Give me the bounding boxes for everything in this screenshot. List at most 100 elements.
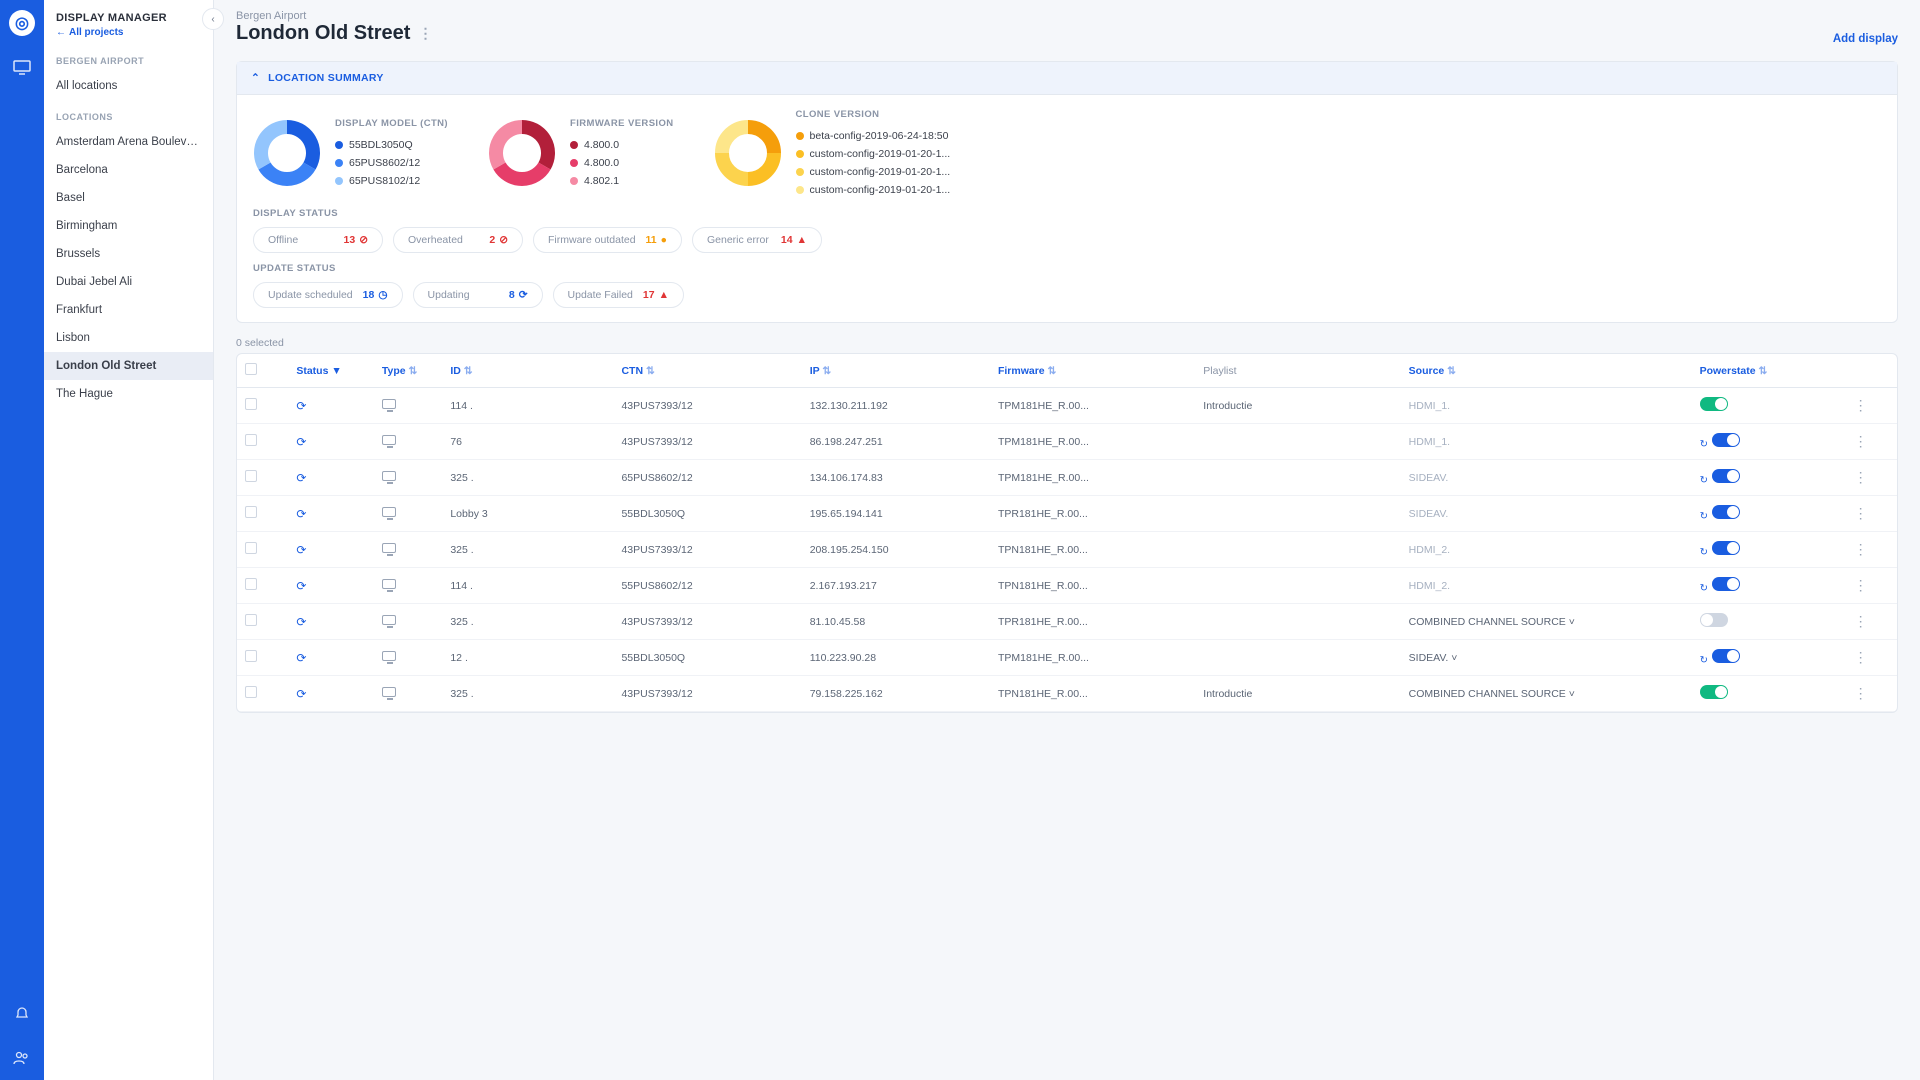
- column-header[interactable]: IP ⇅: [802, 354, 990, 388]
- sidebar-item[interactable]: The Hague: [44, 380, 213, 408]
- legend-item[interactable]: custom-config-2019-01-20-1...: [796, 166, 951, 178]
- cell-source[interactable]: HDMI_2.: [1401, 568, 1692, 604]
- row-checkbox[interactable]: [245, 434, 257, 446]
- cell-source[interactable]: SIDEAV.: [1401, 496, 1692, 532]
- column-header[interactable]: Powerstate ⇅: [1692, 354, 1846, 388]
- row-checkbox[interactable]: [245, 506, 257, 518]
- select-all-checkbox[interactable]: [245, 363, 257, 375]
- power-toggle[interactable]: [1700, 613, 1728, 627]
- row-actions-menu[interactable]: ⋮: [1854, 469, 1868, 485]
- sidebar-item[interactable]: Brussels: [44, 240, 213, 268]
- table-row[interactable]: ⟳ 114 . 55PUS8602/12 2.167.193.217 TPN18…: [237, 568, 1897, 604]
- power-toggle[interactable]: [1712, 469, 1740, 483]
- legend-item[interactable]: custom-config-2019-01-20-1...: [796, 184, 951, 196]
- page-actions-menu[interactable]: ⋮: [418, 25, 432, 42]
- power-toggle[interactable]: [1712, 649, 1740, 663]
- sidebar-item[interactable]: Birmingham: [44, 212, 213, 240]
- back-all-projects-link[interactable]: ← All projects: [56, 27, 123, 38]
- power-toggle[interactable]: [1712, 577, 1740, 591]
- column-header[interactable]: CTN ⇅: [613, 354, 801, 388]
- row-actions-menu[interactable]: ⋮: [1854, 613, 1868, 629]
- row-checkbox[interactable]: [245, 398, 257, 410]
- sidebar-item[interactable]: Basel: [44, 184, 213, 212]
- column-header[interactable]: ID ⇅: [442, 354, 613, 388]
- row-checkbox[interactable]: [245, 686, 257, 698]
- users-icon[interactable]: [10, 1046, 34, 1070]
- sidebar-item[interactable]: Barcelona: [44, 156, 213, 184]
- cell-source[interactable]: HDMI_1.: [1401, 388, 1692, 424]
- status-chip[interactable]: Firmware outdated11 ●: [533, 227, 682, 253]
- legend-item[interactable]: 4.802.1: [570, 175, 674, 187]
- table-row[interactable]: ⟳ 325 . 65PUS8602/12 134.106.174.83 TPM1…: [237, 460, 1897, 496]
- row-checkbox[interactable]: [245, 578, 257, 590]
- cell-id: 325 .: [442, 604, 613, 640]
- power-toggle[interactable]: [1712, 505, 1740, 519]
- bell-icon[interactable]: [10, 1002, 34, 1026]
- table-row[interactable]: ⟳ 114 . 43PUS7393/12 132.130.211.192 TPM…: [237, 388, 1897, 424]
- monitor-icon[interactable]: [10, 56, 34, 80]
- legend-item[interactable]: 4.800.0: [570, 157, 674, 169]
- cell-source[interactable]: HDMI_1.: [1401, 424, 1692, 460]
- legend-item[interactable]: 4.800.0: [570, 139, 674, 151]
- sidebar-item[interactable]: Frankfurt: [44, 296, 213, 324]
- cell-ctn: 43PUS7393/12: [613, 604, 801, 640]
- row-checkbox[interactable]: [245, 470, 257, 482]
- row-checkbox[interactable]: [245, 650, 257, 662]
- status-chip[interactable]: Offline13 ⊘: [253, 227, 383, 253]
- legend-item[interactable]: 55BDL3050Q: [335, 139, 448, 151]
- status-chip[interactable]: Update scheduled18 ◷: [253, 282, 403, 308]
- power-toggle[interactable]: [1712, 433, 1740, 447]
- sidebar-item[interactable]: Dubai Jebel Ali: [44, 268, 213, 296]
- legend-item[interactable]: 65PUS8102/12: [335, 175, 448, 187]
- sidebar-item[interactable]: Lisbon: [44, 324, 213, 352]
- table-row[interactable]: ⟳ 325 . 43PUS7393/12 208.195.254.150 TPN…: [237, 532, 1897, 568]
- row-checkbox[interactable]: [245, 614, 257, 626]
- row-actions-menu[interactable]: ⋮: [1854, 541, 1868, 557]
- chevron-up-icon: ⌃: [251, 72, 260, 84]
- column-header[interactable]: Source ⇅: [1401, 354, 1692, 388]
- legend-item[interactable]: custom-config-2019-01-20-1...: [796, 148, 951, 160]
- legend-dot-icon: [335, 177, 343, 185]
- brand-logo[interactable]: ◎: [9, 10, 35, 36]
- column-header[interactable]: Type ⇅: [374, 354, 442, 388]
- cell-ip: 79.158.225.162: [802, 676, 990, 712]
- legend-item[interactable]: beta-config-2019-06-24-18:50: [796, 130, 951, 142]
- table-row[interactable]: ⟳ 325 . 43PUS7393/12 79.158.225.162 TPN1…: [237, 676, 1897, 712]
- legend-item[interactable]: 65PUS8602/12: [335, 157, 448, 169]
- status-chip[interactable]: Update Failed17 ▲: [553, 282, 684, 308]
- cell-source[interactable]: SIDEAV.: [1401, 460, 1692, 496]
- add-display-button[interactable]: Add display: [1833, 33, 1898, 45]
- sidebar-item[interactable]: Amsterdam Arena Bouleva...: [44, 128, 213, 156]
- donut-chart: [488, 119, 556, 187]
- table-row[interactable]: ⟳ 325 . 43PUS7393/12 81.10.45.58 TPR181H…: [237, 604, 1897, 640]
- sidebar-collapse-button[interactable]: ‹: [202, 8, 224, 30]
- row-actions-menu[interactable]: ⋮: [1854, 577, 1868, 593]
- power-toggle[interactable]: [1712, 541, 1740, 555]
- sidebar-all-locations[interactable]: All locations: [44, 72, 213, 100]
- column-header[interactable]: Playlist: [1195, 354, 1400, 388]
- column-header[interactable]: Status ▼: [288, 354, 374, 388]
- table-row[interactable]: ⟳ 12 . 55BDL3050Q 110.223.90.28 TPM181HE…: [237, 640, 1897, 676]
- cell-powerstate: ↻: [1692, 640, 1846, 676]
- power-toggle[interactable]: [1700, 685, 1728, 699]
- legend-dot-icon: [796, 150, 804, 158]
- row-actions-menu[interactable]: ⋮: [1854, 685, 1868, 701]
- status-chip[interactable]: Overheated2 ⊘: [393, 227, 523, 253]
- status-chip[interactable]: Generic error14 ▲: [692, 227, 822, 253]
- table-row[interactable]: ⟳ 76 43PUS7393/12 86.198.247.251 TPM181H…: [237, 424, 1897, 460]
- column-header[interactable]: Firmware ⇅: [990, 354, 1195, 388]
- panel-header-toggle[interactable]: ⌃ LOCATION SUMMARY: [237, 62, 1897, 95]
- row-actions-menu[interactable]: ⋮: [1854, 433, 1868, 449]
- row-actions-menu[interactable]: ⋮: [1854, 649, 1868, 665]
- power-toggle[interactable]: [1700, 397, 1728, 411]
- status-chip[interactable]: Updating8 ⟳: [413, 282, 543, 308]
- cell-source[interactable]: HDMI_2.: [1401, 532, 1692, 568]
- row-checkbox[interactable]: [245, 542, 257, 554]
- sidebar-item[interactable]: London Old Street: [44, 352, 213, 380]
- table-row[interactable]: ⟳ Lobby 3 55BDL3050Q 195.65.194.141 TPR1…: [237, 496, 1897, 532]
- row-actions-menu[interactable]: ⋮: [1854, 505, 1868, 521]
- cell-source[interactable]: COMBINED CHANNEL SOURCE ˅: [1401, 676, 1692, 712]
- row-actions-menu[interactable]: ⋮: [1854, 397, 1868, 413]
- cell-source[interactable]: SIDEAV. ˅: [1401, 640, 1692, 676]
- cell-source[interactable]: COMBINED CHANNEL SOURCE ˅: [1401, 604, 1692, 640]
